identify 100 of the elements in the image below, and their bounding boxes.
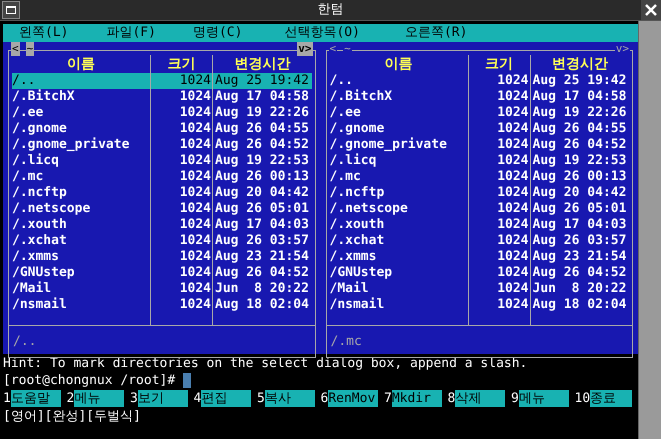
file-size: 1024 [150,201,212,217]
file-time: Aug 23 21:54 [212,249,312,265]
function-key[interactable]: 보기 [138,390,188,407]
file-time: Aug 23 21:54 [530,249,629,265]
key-number: 5 [257,390,265,407]
file-name: /.mc [330,169,362,185]
menu-item[interactable]: 선택항목(O) [284,23,360,43]
file-time: Aug 26 05:01 [212,201,312,217]
function-key[interactable]: RenMov [328,390,378,407]
file-size: 1024 [150,153,212,169]
file-size: 1024 [150,297,212,313]
file-row[interactable]: /GNUstep 1024 Aug 26 04:52 [12,265,312,281]
file-time: Aug 18 02:04 [212,297,312,313]
file-row[interactable]: /.xmms 1024 Aug 23 21:54 [330,249,629,265]
file-size: 1024 [468,137,530,153]
close-icon[interactable] [641,0,661,20]
column-header[interactable]: 이름 [330,55,468,73]
file-name: /.xouth [12,217,68,233]
file-row[interactable]: /.BitchX 1024 Aug 17 04:58 [12,89,312,105]
column-header[interactable]: 크기 [468,55,530,73]
file-row[interactable]: /.xouth 1024 Aug 17 04:03 [330,217,629,233]
file-name: /nsmail [330,297,386,313]
panel-corner-right[interactable]: v> [297,42,312,56]
menu-item[interactable]: 명령(C) [192,23,242,43]
column-header[interactable]: 이름 [12,55,150,73]
function-key[interactable]: 메뉴 [74,390,124,407]
function-key[interactable]: Mkdir [392,390,442,407]
file-size: 1024 [468,105,530,121]
file-time: Aug 19 22:53 [530,153,629,169]
function-key[interactable]: 도움말 [10,390,60,407]
file-row[interactable]: /.xouth 1024 Aug 17 04:03 [12,217,312,233]
file-row[interactable]: /.xmms 1024 Aug 23 21:54 [12,249,312,265]
file-time: Aug 19 22:26 [530,105,629,121]
file-row[interactable]: /.netscope 1024 Aug 26 05:01 [12,201,312,217]
file-name: /.licq [330,153,378,169]
key-number: 2 [66,390,74,407]
file-name: /.ee [330,105,362,121]
function-key[interactable]: 메뉴 [518,390,568,407]
file-row[interactable]: /.ncftp 1024 Aug 20 04:42 [12,185,312,201]
file-time: Aug 26 05:01 [530,201,629,217]
file-row[interactable]: /.licq 1024 Aug 19 22:53 [12,153,312,169]
file-row[interactable]: /nsmail 1024 Aug 18 02:04 [12,297,312,313]
file-row[interactable]: /.mc 1024 Aug 26 00:13 [12,169,312,185]
menu-item[interactable]: 왼쪽(L) [19,23,68,43]
panel-status: /.. [13,332,36,351]
file-time: Aug 18 02:04 [530,297,629,313]
file-name: /.ee [12,105,44,121]
file-size: 1024 [468,249,530,265]
file-time: Aug 17 04:58 [530,89,629,105]
function-key[interactable]: 편집 [201,390,251,407]
file-row[interactable]: /.ee 1024 Aug 19 22:26 [12,105,312,121]
file-time: Aug 20 04:42 [530,185,629,201]
menu-item[interactable]: 오른쪽(R) [404,23,468,43]
menu-item[interactable]: 파일(F) [106,23,156,43]
file-name: /.xchat [330,233,386,249]
file-name: /.ncftp [330,185,386,201]
file-row[interactable]: /.gnome 1024 Aug 26 04:55 [330,121,629,137]
file-time: Aug 26 03:57 [530,233,629,249]
file-name: /GNUstep [12,265,76,281]
file-time: Aug 25 19:42 [212,73,312,89]
file-row[interactable]: /.gnome_private 1024 Aug 26 04:52 [330,137,629,153]
file-row[interactable]: /.gnome 1024 Aug 26 04:55 [12,121,312,137]
file-row[interactable]: /Mail 1024 Jun 8 20:22 [12,281,312,297]
file-size: 1024 [468,169,530,185]
function-key[interactable]: 종료 [590,390,632,407]
file-time: Aug 19 22:53 [212,153,312,169]
window-menu-icon[interactable] [2,1,20,19]
file-row[interactable]: /.mc 1024 Aug 26 00:13 [330,169,629,185]
panel-corner-tilde[interactable]: ~ [26,42,34,56]
file-row[interactable]: /.BitchX 1024 Aug 17 04:58 [330,89,629,105]
panel-status: /.mc [330,332,362,351]
key-number: 4 [194,390,202,407]
file-size: 1024 [468,185,530,201]
file-size: 1024 [468,233,530,249]
file-time: Jun 8 20:22 [212,281,312,297]
file-time: Aug 26 04:55 [530,121,629,137]
key-number: 3 [130,390,138,407]
function-key[interactable]: 복사 [264,390,314,407]
file-row[interactable]: /GNUstep 1024 Aug 26 04:52 [330,265,629,281]
file-row[interactable]: /.licq 1024 Aug 19 22:53 [330,153,629,169]
file-row[interactable]: /.xchat 1024 Aug 26 03:57 [330,233,629,249]
file-row[interactable]: /Mail 1024 Jun 8 20:22 [330,281,629,297]
file-size: 1024 [468,281,530,297]
column-header[interactable]: 변경시간 [530,55,629,73]
file-name: /.gnome_private [12,137,130,153]
file-row[interactable]: /.xchat 1024 Aug 26 03:57 [12,233,312,249]
file-size: 1024 [468,201,530,217]
file-row[interactable]: /.ee 1024 Aug 19 22:26 [330,105,629,121]
file-size: 1024 [468,73,530,89]
file-row[interactable]: /nsmail 1024 Aug 18 02:04 [330,297,629,313]
file-row[interactable]: /.gnome_private 1024 Aug 26 04:52 [12,137,312,153]
panel-corner-left[interactable]: < [11,42,20,56]
file-row[interactable]: /.netscope 1024 Aug 26 05:01 [330,201,629,217]
function-key[interactable]: 삭제 [455,390,505,407]
file-size: 1024 [150,169,212,185]
file-size: 1024 [150,121,212,137]
file-row[interactable]: /.ncftp 1024 Aug 20 04:42 [330,185,629,201]
file-row[interactable]: /.. 1024 Aug 25 19:42 [12,73,312,89]
file-size: 1024 [150,233,212,249]
file-row[interactable]: /.. 1024 Aug 25 19:42 [330,73,629,89]
